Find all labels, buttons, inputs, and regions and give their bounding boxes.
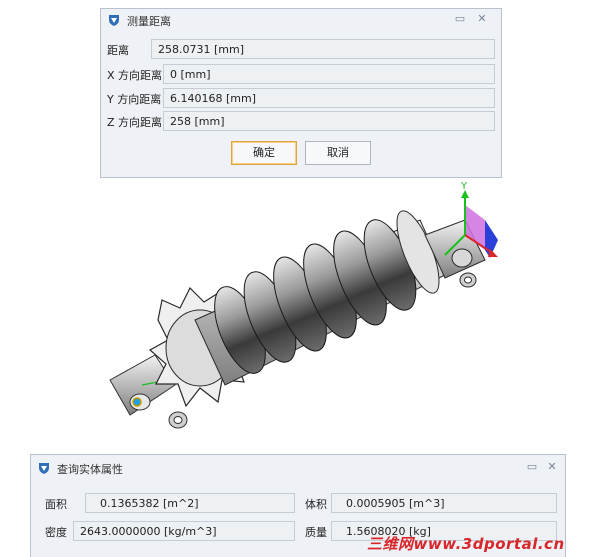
site-watermark: 三维网www.3dportal.cn [367,535,565,553]
dialog-titlebar: 测量距离 ▭ ✕ [101,9,501,31]
z-distance-label: Z 方向距离 [107,116,163,129]
distance-label: 距离 [107,44,129,57]
distance-row: 距离 258.0731 [mm] [107,39,495,59]
close-icon[interactable]: ✕ [475,12,489,26]
x-distance-label: X 方向距离 [107,69,163,82]
area-label: 面积 [45,498,67,511]
y-distance-field[interactable]: 6.140168 [mm] [163,88,495,108]
mass-label: 质量 [305,526,327,539]
ok-button[interactable]: 确定 [231,141,297,165]
dialog-title: 测量距离 [127,15,171,28]
cancel-button[interactable]: 取消 [305,141,371,165]
z-distance-field[interactable]: 258 [mm] [163,111,495,131]
close-icon[interactable]: ✕ [545,460,559,474]
app-logo-icon [109,15,119,26]
y-distance-label: Y 方向距离 [107,93,162,106]
pin-icon[interactable]: ▭ [453,12,467,26]
density-row: 密度 2643.0000000 [kg/m^3] [45,521,295,541]
measure-distance-dialog: 测量距离 ▭ ✕ 距离 258.0731 [mm] X 方向距离 0 [mm] … [100,8,502,178]
x-distance-row: X 方向距离 0 [mm] [107,64,495,84]
area-field[interactable]: 0.1365382 [m^2] [85,493,295,513]
props-titlebar: 查询实体属性 ▭ ✕ [31,455,565,481]
props-title: 查询实体属性 [57,463,123,476]
app-logo-icon [39,463,49,474]
volume-label: 体积 [305,498,327,511]
pin-icon[interactable]: ▭ [525,460,539,474]
shock-absorber-model[interactable] [109,206,486,429]
density-field[interactable]: 2643.0000000 [kg/m^3] [73,521,295,541]
volume-row: 体积 0.0005905 [m^3] [305,493,557,513]
x-distance-field[interactable]: 0 [mm] [163,64,495,84]
model-viewport[interactable]: Y [100,180,510,445]
y-axis-label: Y [460,181,468,192]
z-distance-row: Z 方向距离 258 [mm] [107,111,495,131]
coil-spring [214,219,417,374]
volume-field[interactable]: 0.0005905 [m^3] [331,493,557,513]
density-label: 密度 [45,526,67,539]
y-distance-row: Y 方向距离 6.140168 [mm] [107,88,495,108]
distance-field[interactable]: 258.0731 [mm] [151,39,495,59]
area-row: 面积 0.1365382 [m^2] [45,493,295,513]
